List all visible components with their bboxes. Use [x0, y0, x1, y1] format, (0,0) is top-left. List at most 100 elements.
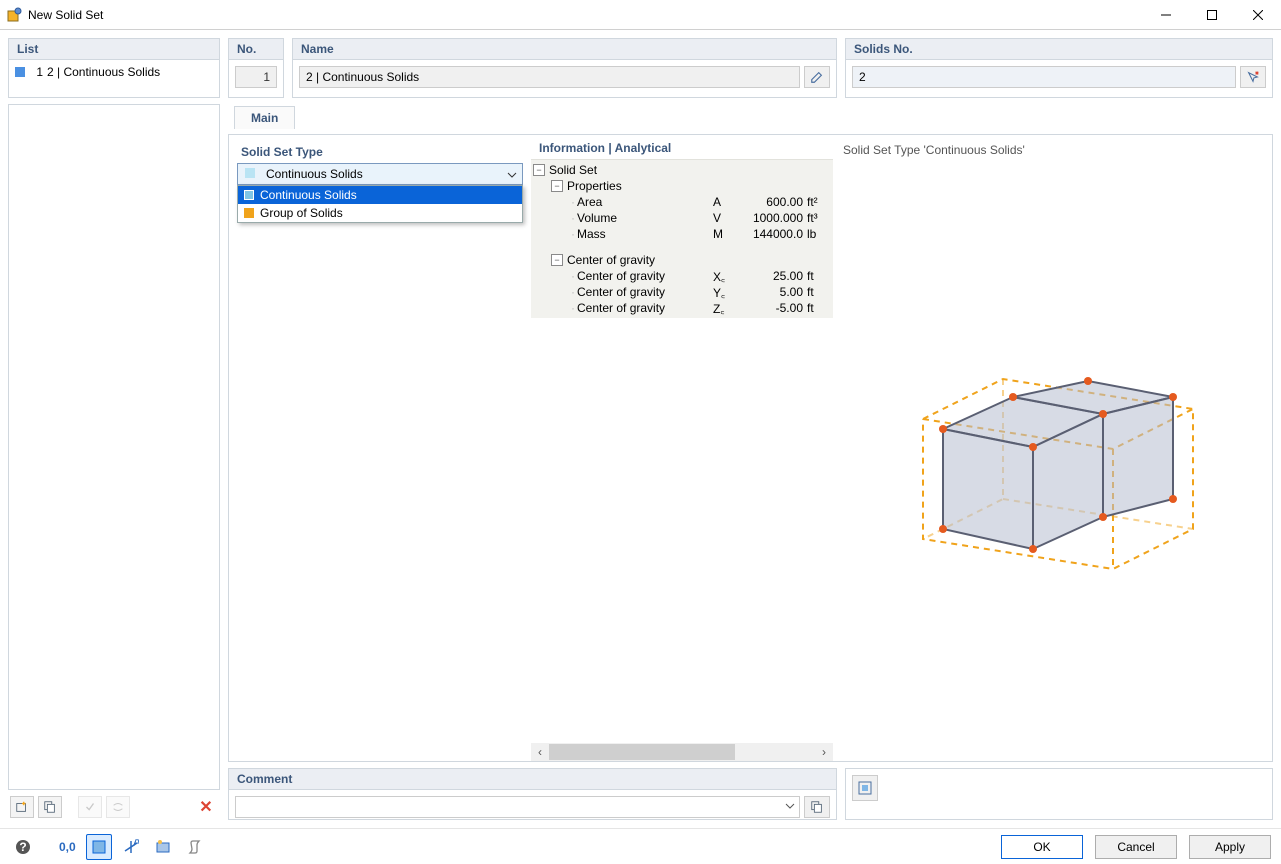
- option-swatch-icon: [244, 190, 254, 200]
- axis-button[interactable]: A: [118, 834, 144, 860]
- list-panel: [8, 104, 220, 790]
- preview-canvas[interactable]: [841, 165, 1264, 753]
- comment-field[interactable]: [235, 796, 800, 818]
- app-icon: [6, 7, 22, 23]
- no-field[interactable]: 1: [235, 66, 277, 88]
- prop-unit: ft²: [807, 195, 833, 209]
- delete-item-button[interactable]: ✕: [194, 796, 218, 818]
- preview-toolbar: [845, 768, 1273, 820]
- cog-row: ·Center of gravityY꜀5.00ft: [531, 284, 833, 300]
- no-value: 1: [263, 70, 270, 84]
- dialog-bottombar: ? 0,00 A OK Cancel Apply: [0, 828, 1281, 864]
- cog-val: 5.00: [741, 285, 807, 299]
- cog-val: -5.00: [741, 301, 807, 315]
- dropdown-option-continuous[interactable]: Continuous Solids: [238, 186, 522, 204]
- apply-button[interactable]: Apply: [1189, 835, 1271, 859]
- no-panel: No. 1: [228, 38, 284, 98]
- minimize-button[interactable]: [1143, 0, 1189, 30]
- list-item[interactable]: 1 2 | Continuous Solids: [11, 64, 217, 80]
- preview-caption: Solid Set Type 'Continuous Solids': [841, 143, 1264, 165]
- collapse-icon[interactable]: −: [533, 164, 545, 176]
- scroll-left-icon[interactable]: ‹: [531, 743, 549, 761]
- scrollbar-thumb[interactable]: [549, 744, 735, 760]
- horizontal-scrollbar[interactable]: ‹ ›: [531, 743, 833, 761]
- solid-set-type-section: Solid Set Type Continuous Solids Continu…: [229, 135, 531, 761]
- prop-sym: M: [713, 227, 741, 241]
- cog-sym: Y꜀: [713, 284, 741, 301]
- prop-unit: lb: [807, 227, 833, 241]
- solid-set-type-dropdown: Continuous Solids Group of Solids: [237, 185, 523, 223]
- solid-preview-icon: [893, 329, 1213, 589]
- titlebar: New Solid Set: [0, 0, 1281, 30]
- option-swatch-icon: [244, 208, 254, 218]
- cog-name: Center of gravity: [577, 285, 713, 299]
- option-label: Group of Solids: [260, 206, 343, 220]
- window-title: New Solid Set: [28, 8, 1143, 22]
- pick-solids-button[interactable]: [1240, 66, 1266, 88]
- prop-sym: V: [713, 211, 741, 225]
- combo-selected: Continuous Solids: [266, 167, 363, 181]
- name-field[interactable]: 2 | Continuous Solids: [299, 66, 800, 88]
- cog-name: Center of gravity: [577, 301, 713, 315]
- script-button[interactable]: [182, 834, 208, 860]
- solidsno-field[interactable]: 2: [852, 66, 1236, 88]
- comment-panel: Comment: [228, 768, 837, 820]
- option-label: Continuous Solids: [260, 188, 357, 202]
- edit-name-button[interactable]: [804, 66, 830, 88]
- list-body[interactable]: [9, 105, 219, 789]
- cog-sym: Z꜀: [713, 300, 741, 317]
- svg-text:0,00: 0,00: [59, 840, 76, 854]
- svg-text:A: A: [133, 839, 139, 849]
- cog-row: ·Center of gravityX꜀25.00ft: [531, 268, 833, 284]
- dropdown-option-group[interactable]: Group of Solids: [238, 204, 522, 222]
- combo-swatch-icon: [245, 168, 255, 178]
- cog-unit: ft: [807, 301, 833, 315]
- cog-val: 25.00: [741, 269, 807, 283]
- tab-main[interactable]: Main: [234, 106, 295, 129]
- view-mode-button[interactable]: [86, 834, 112, 860]
- help-button[interactable]: ?: [10, 834, 36, 860]
- list-body-preview: 1 2 | Continuous Solids: [9, 60, 219, 97]
- name-header: Name: [293, 39, 836, 60]
- prop-row: ·VolumeV1000.000ft³: [531, 210, 833, 226]
- comment-library-button[interactable]: [804, 796, 830, 818]
- tree-cog: Center of gravity: [567, 253, 833, 267]
- prop-row: ·MassM144000.0lb: [531, 226, 833, 242]
- comment-header: Comment: [229, 769, 836, 790]
- exclude-button: [106, 796, 130, 818]
- units-button[interactable]: 0,00: [54, 834, 80, 860]
- collapse-icon[interactable]: −: [551, 254, 563, 266]
- maximize-button[interactable]: [1189, 0, 1235, 30]
- name-value: 2 | Continuous Solids: [306, 70, 419, 84]
- solid-set-type-combo[interactable]: Continuous Solids Continuous Solids Grou…: [237, 163, 523, 185]
- prop-name: Mass: [577, 227, 713, 241]
- cog-row: ·Center of gravityZ꜀-5.00ft: [531, 300, 833, 316]
- close-button[interactable]: [1235, 0, 1281, 30]
- cancel-button[interactable]: Cancel: [1095, 835, 1177, 859]
- cog-sym: X꜀: [713, 268, 741, 285]
- collapse-icon[interactable]: −: [551, 180, 563, 192]
- preview-settings-button[interactable]: [852, 775, 878, 801]
- tree-properties: Properties: [567, 179, 833, 193]
- solidsno-panel: Solids No. 2: [845, 38, 1273, 98]
- list-header: List: [9, 39, 219, 60]
- list-item-swatch-icon: [15, 67, 25, 77]
- scroll-right-icon[interactable]: ›: [815, 743, 833, 761]
- solidsno-value: 2: [859, 70, 866, 84]
- solid-set-type-header: Solid Set Type: [237, 143, 523, 163]
- information-header: Information | Analytical: [531, 135, 833, 159]
- information-section: Information | Analytical −Solid Set −Pro…: [531, 135, 833, 761]
- prop-name: Area: [577, 195, 713, 209]
- list-toolbar: ✕: [8, 794, 220, 820]
- prop-row: ·AreaA600.00ft²: [531, 194, 833, 210]
- ok-button[interactable]: OK: [1001, 835, 1083, 859]
- prop-unit: ft³: [807, 211, 833, 225]
- new-item-button[interactable]: [10, 796, 34, 818]
- prop-val: 1000.000: [741, 211, 807, 225]
- render-button[interactable]: [150, 834, 176, 860]
- include-button: [78, 796, 102, 818]
- list-item-label: 2 | Continuous Solids: [47, 65, 160, 79]
- copy-item-button[interactable]: [38, 796, 62, 818]
- chevron-down-icon: [785, 800, 795, 814]
- tree-root: Solid Set: [549, 163, 833, 177]
